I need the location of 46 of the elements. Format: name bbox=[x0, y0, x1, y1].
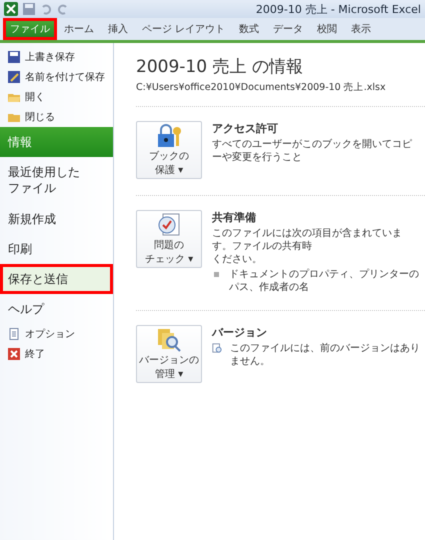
version-note: このファイルには、前のバージョンはありません。 bbox=[230, 342, 421, 368]
ribbon-tab[interactable]: ホーム bbox=[57, 18, 101, 40]
ribbon-tab[interactable]: 挿入 bbox=[101, 18, 135, 40]
folder-icon bbox=[8, 91, 20, 103]
document-checklist-icon bbox=[156, 212, 182, 238]
redo-icon[interactable] bbox=[57, 3, 69, 15]
ribbon-tab[interactable]: ページ レイアウト bbox=[135, 18, 232, 40]
bullet-icon bbox=[214, 272, 219, 277]
menu-item[interactable]: ヘルプ bbox=[0, 294, 113, 324]
menu-item[interactable]: 最近使用した ファイル bbox=[0, 157, 113, 204]
ribbon-tab[interactable]: 数式 bbox=[232, 18, 266, 40]
section-heading: アクセス許可 bbox=[212, 121, 279, 136]
info-title: 2009-10 売上 の情報 bbox=[136, 56, 304, 78]
menu-item[interactable]: 終了 bbox=[0, 344, 113, 364]
menu-item[interactable]: 保存と送信 bbox=[0, 264, 113, 294]
documents-magnifier-icon bbox=[156, 327, 182, 353]
menu-item[interactable]: 情報 bbox=[0, 127, 113, 158]
excel-icon[interactable] bbox=[4, 2, 18, 16]
menu-item[interactable]: オプション bbox=[0, 324, 113, 344]
ribbon-tab[interactable]: データ bbox=[266, 18, 310, 40]
floppy-disk-pencil-icon bbox=[8, 71, 20, 83]
save-icon[interactable] bbox=[23, 3, 35, 15]
ribbon-tab[interactable]: 表示 bbox=[344, 18, 378, 40]
window-title: 2009-10 売上 - Microsoft Excel bbox=[256, 2, 421, 16]
menu-item[interactable]: 新規作成 bbox=[0, 204, 113, 234]
dropdown-button[interactable]: ブックの 保護 ▾ bbox=[136, 121, 202, 179]
menu-item[interactable]: 印刷 bbox=[0, 234, 113, 264]
padlock-key-icon bbox=[156, 123, 182, 149]
menu-item[interactable]: 開く bbox=[0, 87, 113, 107]
file-path: C:¥Users¥office2010¥Documents¥2009-10 売上.xlsx bbox=[136, 81, 425, 107]
bullet-text: ドキュメントのプロパティ、プリンターのパス、作成者の名 bbox=[229, 268, 420, 294]
document-icon bbox=[8, 328, 20, 340]
menu-item[interactable]: 上書き保存 bbox=[0, 47, 113, 67]
dropdown-button[interactable]: 問題の チェック ▾ bbox=[136, 210, 202, 268]
menu-item[interactable]: 閉じる bbox=[0, 107, 113, 127]
ribbon-tab[interactable]: ファイル bbox=[3, 18, 57, 40]
section-description: すべてのユーザーがこのブックを開いてコピーや変更を行うこと bbox=[212, 138, 413, 164]
section-heading: バージョン bbox=[212, 325, 268, 340]
undo-icon[interactable] bbox=[40, 3, 52, 15]
close-icon bbox=[8, 348, 20, 360]
menu-item[interactable]: 名前を付けて保存 bbox=[0, 67, 113, 87]
dropdown-button[interactable]: バージョンの 管理 ▾ bbox=[136, 325, 202, 383]
section-heading: 共有準備 bbox=[212, 210, 257, 225]
folder-icon bbox=[8, 111, 20, 123]
section-description: このファイルには次の項目が含まれています。ファイルの共有時 ください。 bbox=[212, 227, 403, 266]
ribbon-tab[interactable]: 校閲 bbox=[310, 18, 344, 40]
